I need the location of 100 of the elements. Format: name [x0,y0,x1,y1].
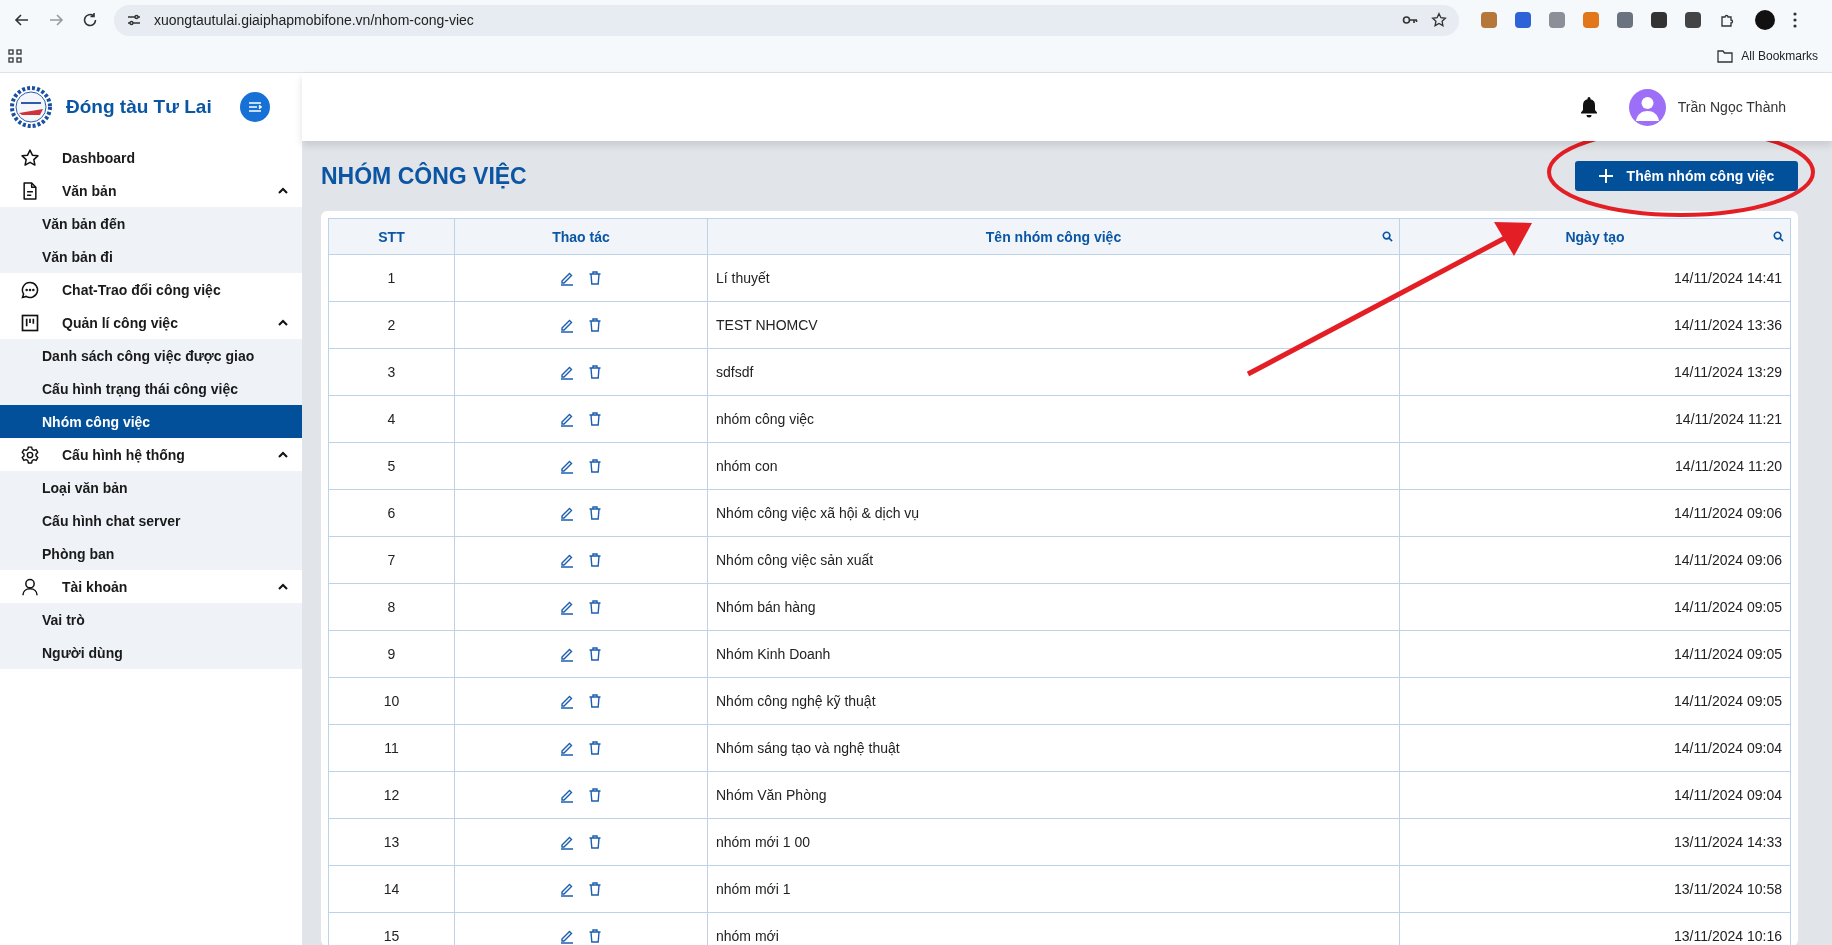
table-cell: 14/11/2024 14:41 [1399,254,1791,302]
table-cell: 15 [328,912,455,945]
table-cell: 12 [328,771,455,819]
edit-icon[interactable] [559,834,575,850]
extension-icon[interactable] [1617,12,1633,28]
avatar-icon[interactable] [1628,88,1666,126]
delete-icon[interactable] [587,505,603,521]
all-bookmarks-button[interactable]: All Bookmarks [1717,49,1824,63]
delete-icon[interactable] [587,552,603,568]
delete-icon[interactable] [587,458,603,474]
edit-icon[interactable] [559,599,575,615]
plus-icon [1598,169,1613,183]
apps-icon[interactable] [8,49,22,63]
page-title: NHÓM CÔNG VIỆC [321,162,527,190]
table-cell: 11 [328,724,455,772]
sidebar-subitem[interactable]: Nhóm công việc [0,405,302,438]
extension-icon[interactable] [1515,12,1531,28]
sidebar-subitem[interactable]: Văn bản đi [0,240,302,273]
table-cell: nhóm con [707,442,1400,490]
edit-icon[interactable] [559,646,575,662]
sidebar-item[interactable]: Cấu hình hệ thống [0,438,302,471]
table-cell: 13 [328,818,455,866]
sidebar-subitem[interactable]: Văn bản đến [0,207,302,240]
delete-icon[interactable] [587,317,603,333]
table-cell: Nhóm Văn Phòng [707,771,1400,819]
sidebar-subitem[interactable]: Phòng ban [0,537,302,570]
sidebar-item[interactable]: Tài khoản [0,570,302,603]
edit-icon[interactable] [559,552,575,568]
sidebar-subitem[interactable]: Danh sách công việc được giao [0,339,302,372]
sidebar-subitem[interactable]: Loại văn bản [0,471,302,504]
table-cell: 6 [328,489,455,537]
edit-icon[interactable] [559,505,575,521]
delete-icon[interactable] [587,787,603,803]
chevron-up-icon[interactable] [278,319,288,326]
delete-icon[interactable] [587,599,603,615]
table-cell: Nhóm công việc sản xuất [707,536,1400,584]
table-cell: Nhóm bán hàng [707,583,1400,631]
url-text: xuongtautulai.giaiphapmobifone.vn/nhom-cong-viec [154,12,475,28]
reload-icon[interactable] [82,12,98,28]
delete-icon[interactable] [587,270,603,286]
column-label: STT [378,228,405,245]
back-icon[interactable] [14,12,30,28]
delete-icon[interactable] [587,834,603,850]
search-icon[interactable] [1382,231,1393,242]
edit-icon[interactable] [559,881,575,897]
search-icon[interactable] [1773,231,1784,242]
add-group-button[interactable]: Thêm nhóm công việc [1575,161,1798,191]
delete-icon[interactable] [587,693,603,709]
sidebar-item[interactable]: Dashboard [0,141,302,174]
table-cell: 14/11/2024 09:05 [1399,677,1791,725]
table-cell: Nhóm công việc xã hội & dịch vụ [707,489,1400,537]
user-icon [20,576,40,597]
table-cell: nhóm mới 1 [707,865,1400,913]
table-cell: 14/11/2024 11:21 [1399,395,1791,443]
edit-icon[interactable] [559,317,575,333]
edit-icon[interactable] [559,787,575,803]
menu-icon[interactable] [1793,12,1797,28]
edit-icon[interactable] [559,928,575,944]
sidebar-subitem[interactable]: Người dùng [0,636,302,669]
edit-icon[interactable] [559,364,575,380]
edit-icon[interactable] [559,270,575,286]
table-cell: 1 [328,254,455,302]
table-cell: 4 [328,395,455,443]
delete-icon[interactable] [587,646,603,662]
address-bar[interactable]: xuongtautulai.giaiphapmobifone.vn/nhom-cong-viec [114,4,1459,36]
gear-icon [20,444,40,465]
user-name: Trần Ngọc Thành [1677,99,1786,115]
chevron-up-icon[interactable] [278,451,288,458]
edit-icon[interactable] [559,411,575,427]
menu-toggle-button[interactable] [240,92,270,122]
sidebar-subitem[interactable]: Cấu hình trạng thái công việc [0,372,302,405]
table-cell: 14/11/2024 09:04 [1399,724,1791,772]
board-icon [20,312,40,333]
sidebar-subitem[interactable]: Cấu hình chat server [0,504,302,537]
table-cell: 9 [328,630,455,678]
bell-icon[interactable] [1578,96,1599,118]
profile-icon[interactable] [1755,10,1775,30]
edit-icon[interactable] [559,740,575,756]
sidebar-item[interactable]: Chat-Trao đổi công việc [0,273,302,306]
edit-icon[interactable] [559,458,575,474]
table-cell: 14/11/2024 11:20 [1399,442,1791,490]
sidebar-subitem[interactable]: Vai trò [0,603,302,636]
extension-icon[interactable] [1685,12,1701,28]
app-name: Đóng tàu Tư Lai [66,96,213,118]
table-cell: 14/11/2024 09:04 [1399,771,1791,819]
delete-icon[interactable] [587,881,603,897]
extension-icon[interactable] [1651,12,1667,28]
chevron-up-icon[interactable] [278,583,288,590]
delete-icon[interactable] [587,411,603,427]
bookmark-star-icon[interactable] [1431,12,1447,28]
chevron-up-icon[interactable] [278,187,288,194]
sidebar-item[interactable]: Văn bản [0,174,302,207]
delete-icon[interactable] [587,740,603,756]
sidebar-item[interactable]: Quản lí công việc [0,306,302,339]
table-cell: 14 [328,865,455,913]
edit-icon[interactable] [559,693,575,709]
delete-icon[interactable] [587,364,603,380]
delete-icon[interactable] [587,928,603,944]
site-settings-icon[interactable] [126,12,142,28]
forward-icon[interactable] [48,12,64,28]
